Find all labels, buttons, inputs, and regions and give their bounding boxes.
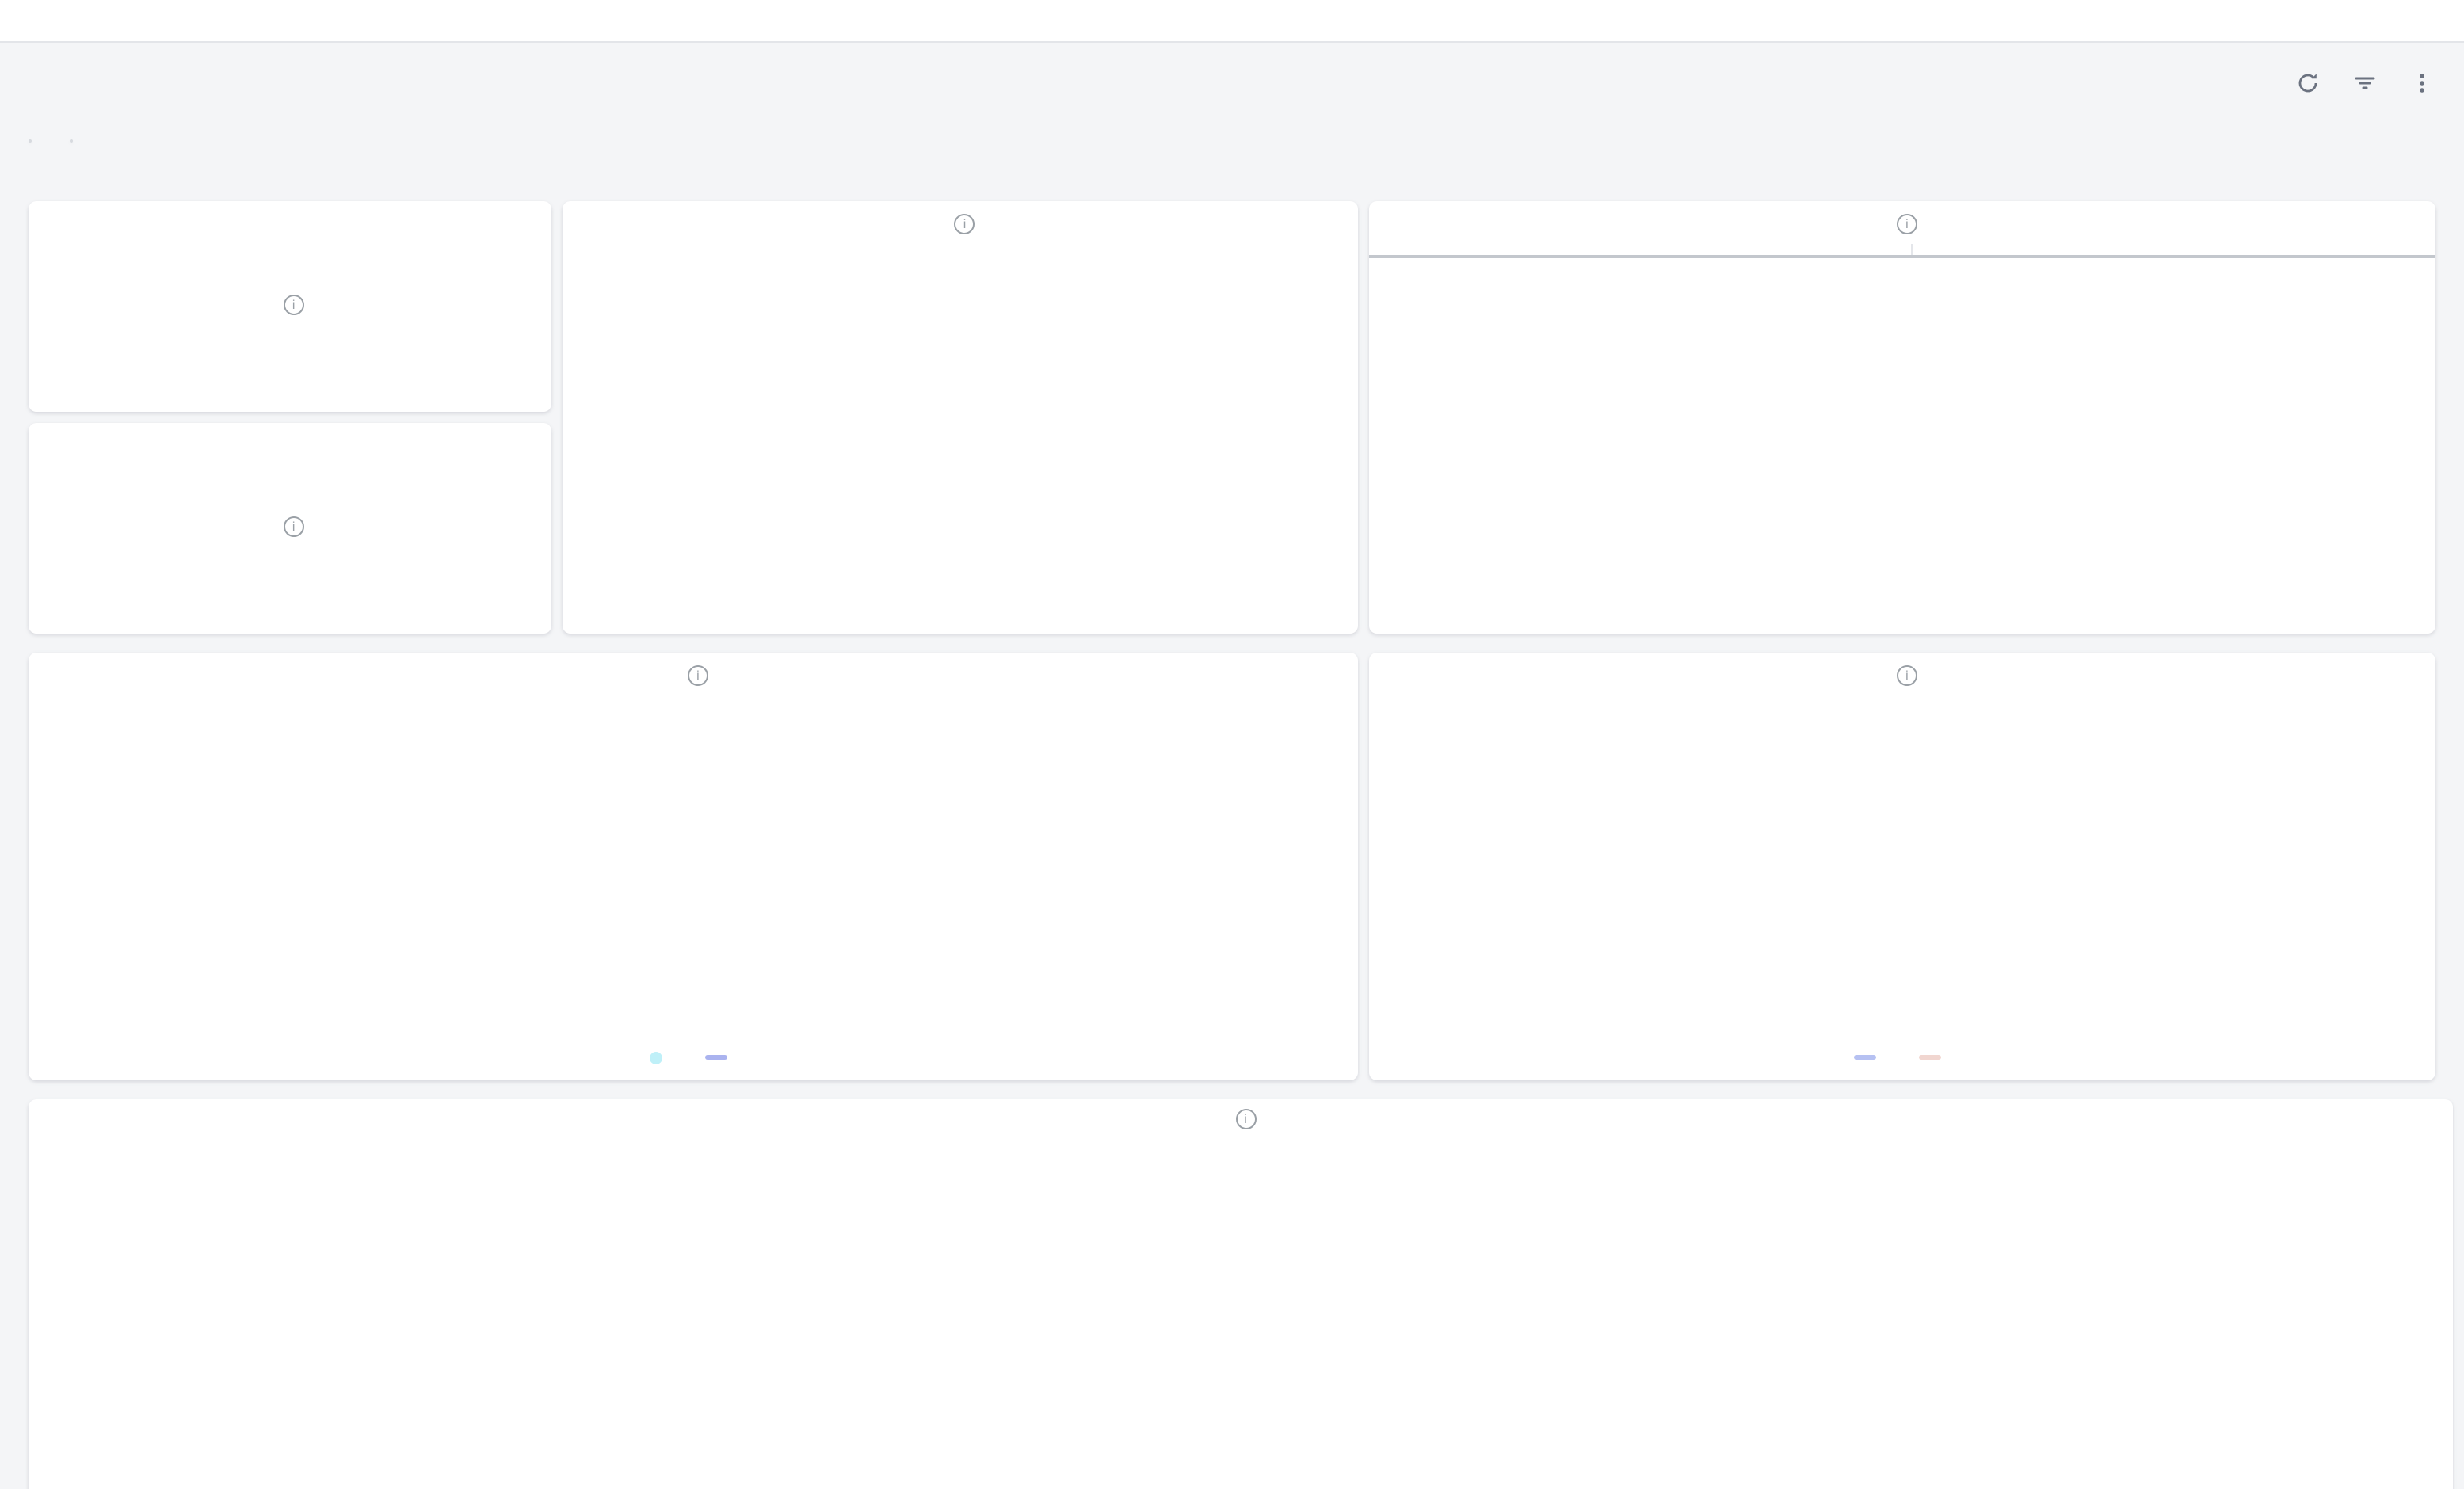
- cost-by-gcp-accounts-card: i: [562, 201, 1358, 634]
- legend-forecast-cost[interactable]: [650, 1050, 671, 1068]
- info-icon[interactable]: i: [1235, 1109, 1256, 1129]
- info-icon[interactable]: i: [1897, 665, 1917, 686]
- legend-last-month[interactable]: [1920, 1050, 1950, 1068]
- time-range-filter: [29, 116, 32, 189]
- time-range-chips: [29, 139, 32, 143]
- trend-col-cost-trend[interactable]: [1911, 244, 2435, 255]
- info-icon[interactable]: i: [1897, 214, 1917, 234]
- cost-swatch: [706, 1055, 728, 1060]
- last-month-swatch: [1920, 1055, 1942, 1060]
- refresh-icon[interactable]: [2293, 68, 2321, 97]
- trend-col-product[interactable]: [1369, 244, 1911, 255]
- forecast-cost-swatch: [650, 1052, 663, 1064]
- cost-type-chips: [70, 139, 73, 143]
- historical-forecast-card: i: [29, 653, 1358, 1080]
- historical-legend: [29, 1050, 1358, 1068]
- current-month-swatch: [1855, 1055, 1877, 1060]
- kebab-menu-icon[interactable]: [2407, 68, 2435, 97]
- top-cost-trend-card: i: [1369, 201, 2435, 634]
- info-icon[interactable]: i: [688, 665, 708, 686]
- legend-cost[interactable]: [706, 1050, 736, 1068]
- info-icon[interactable]: i: [284, 295, 304, 315]
- info-icon[interactable]: i: [284, 516, 304, 537]
- trend-table-header: [1369, 244, 2435, 258]
- info-icon[interactable]: i: [955, 214, 975, 234]
- monthly-products-card: i: [29, 1099, 2453, 1489]
- period-legend: [1369, 1050, 2435, 1068]
- projected-cost-card: i: [29, 423, 551, 634]
- filter-icon[interactable]: [2350, 68, 2378, 97]
- dashboard-page: i i i: [0, 0, 2464, 1489]
- breadcrumb: [0, 0, 2464, 43]
- cost-type-filter: [70, 116, 73, 189]
- legend-current-month[interactable]: [1855, 1050, 1885, 1068]
- total-cost-card: i: [29, 201, 551, 412]
- current-vs-last-card: i: [1369, 653, 2435, 1080]
